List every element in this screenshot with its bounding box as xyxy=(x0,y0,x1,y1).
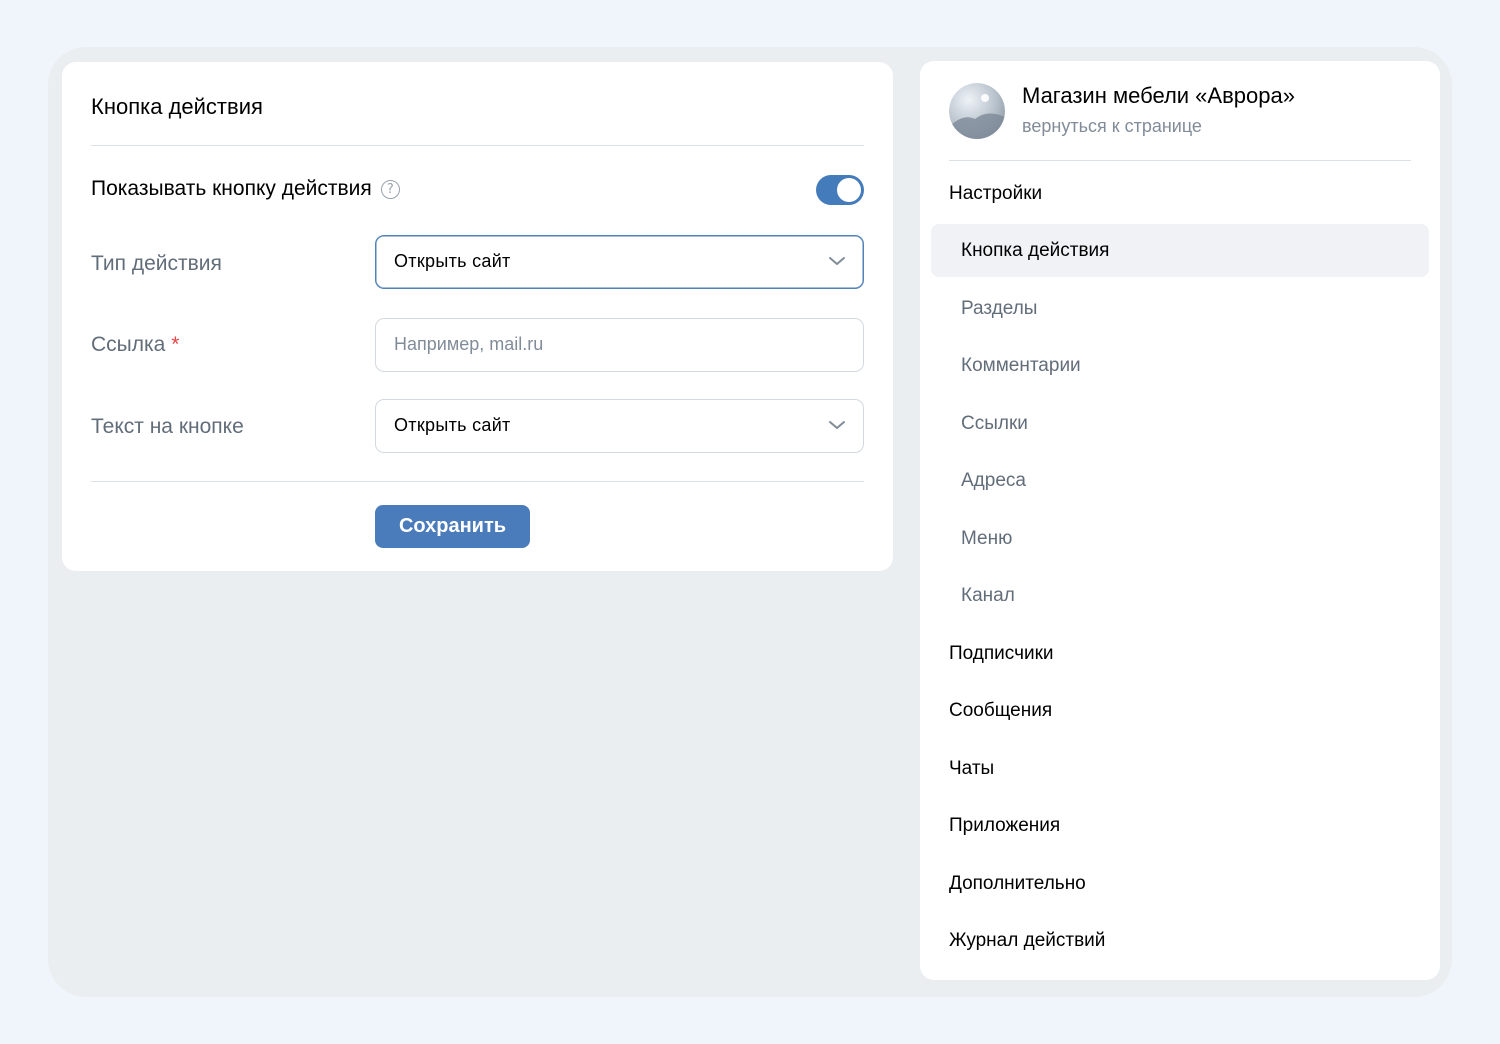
action-type-select[interactable]: Открыть сайт xyxy=(375,235,864,289)
nav-item-additional[interactable]: Дополнительно xyxy=(949,873,1086,895)
action-type-value: Открыть сайт xyxy=(394,251,511,271)
nav-item-menu[interactable]: Меню xyxy=(961,528,1012,550)
back-to-page-link[interactable]: вернуться к странице xyxy=(1022,116,1202,137)
nav-item-messages[interactable]: Сообщения xyxy=(949,700,1052,722)
nav-item-sections[interactable]: Разделы xyxy=(961,298,1037,320)
link-input[interactable]: Например, mail.ru xyxy=(375,318,864,372)
community-nav-card: Магазин мебели «Аврора» вернуться к стра… xyxy=(920,61,1440,980)
save-button[interactable]: Сохранить xyxy=(375,505,530,548)
nav-item-subscribers[interactable]: Подписчики xyxy=(949,643,1054,665)
link-placeholder: Например, mail.ru xyxy=(394,334,544,354)
nav-item-addresses[interactable]: Адреса xyxy=(961,470,1026,492)
show-action-button-label: Показывать кнопку действия xyxy=(91,177,372,200)
chevron-down-icon xyxy=(829,257,845,265)
button-text-label: Текст на кнопке xyxy=(91,415,244,438)
nav-item-chats[interactable]: Чаты xyxy=(949,758,994,780)
show-action-button-toggle[interactable] xyxy=(816,175,864,205)
button-text-value: Открыть сайт xyxy=(394,415,511,435)
nav-item-settings[interactable]: Настройки xyxy=(949,183,1042,205)
nav-item-action-log[interactable]: Журнал действий xyxy=(949,930,1105,952)
nav-item-action-button[interactable]: Кнопка действия xyxy=(961,240,1109,262)
community-avatar[interactable] xyxy=(949,83,1005,139)
nav-item-links[interactable]: Ссылки xyxy=(961,413,1028,435)
required-mark: * xyxy=(171,333,180,356)
footer-divider xyxy=(91,481,864,482)
action-type-label: Тип действия xyxy=(91,252,222,275)
card-title: Кнопка действия xyxy=(91,94,263,119)
show-action-button-row: Показывать кнопку действия ? xyxy=(91,177,400,201)
nav-item-apps[interactable]: Приложения xyxy=(949,815,1060,837)
help-icon[interactable]: ? xyxy=(380,179,400,199)
toggle-knob xyxy=(837,178,861,202)
avatar-image xyxy=(949,83,1005,139)
nav-divider xyxy=(949,160,1411,161)
button-text-select[interactable]: Открыть сайт xyxy=(375,399,864,453)
chevron-down-icon xyxy=(829,421,845,429)
community-name[interactable]: Магазин мебели «Аврора» xyxy=(1022,83,1295,109)
action-button-settings-card: Кнопка действия Показывать кнопку действ… xyxy=(62,62,893,571)
link-label: Ссылка * xyxy=(91,333,180,356)
title-divider xyxy=(91,145,864,146)
nav-item-comments[interactable]: Комментарии xyxy=(961,355,1081,377)
nav-item-channel[interactable]: Канал xyxy=(961,585,1015,607)
